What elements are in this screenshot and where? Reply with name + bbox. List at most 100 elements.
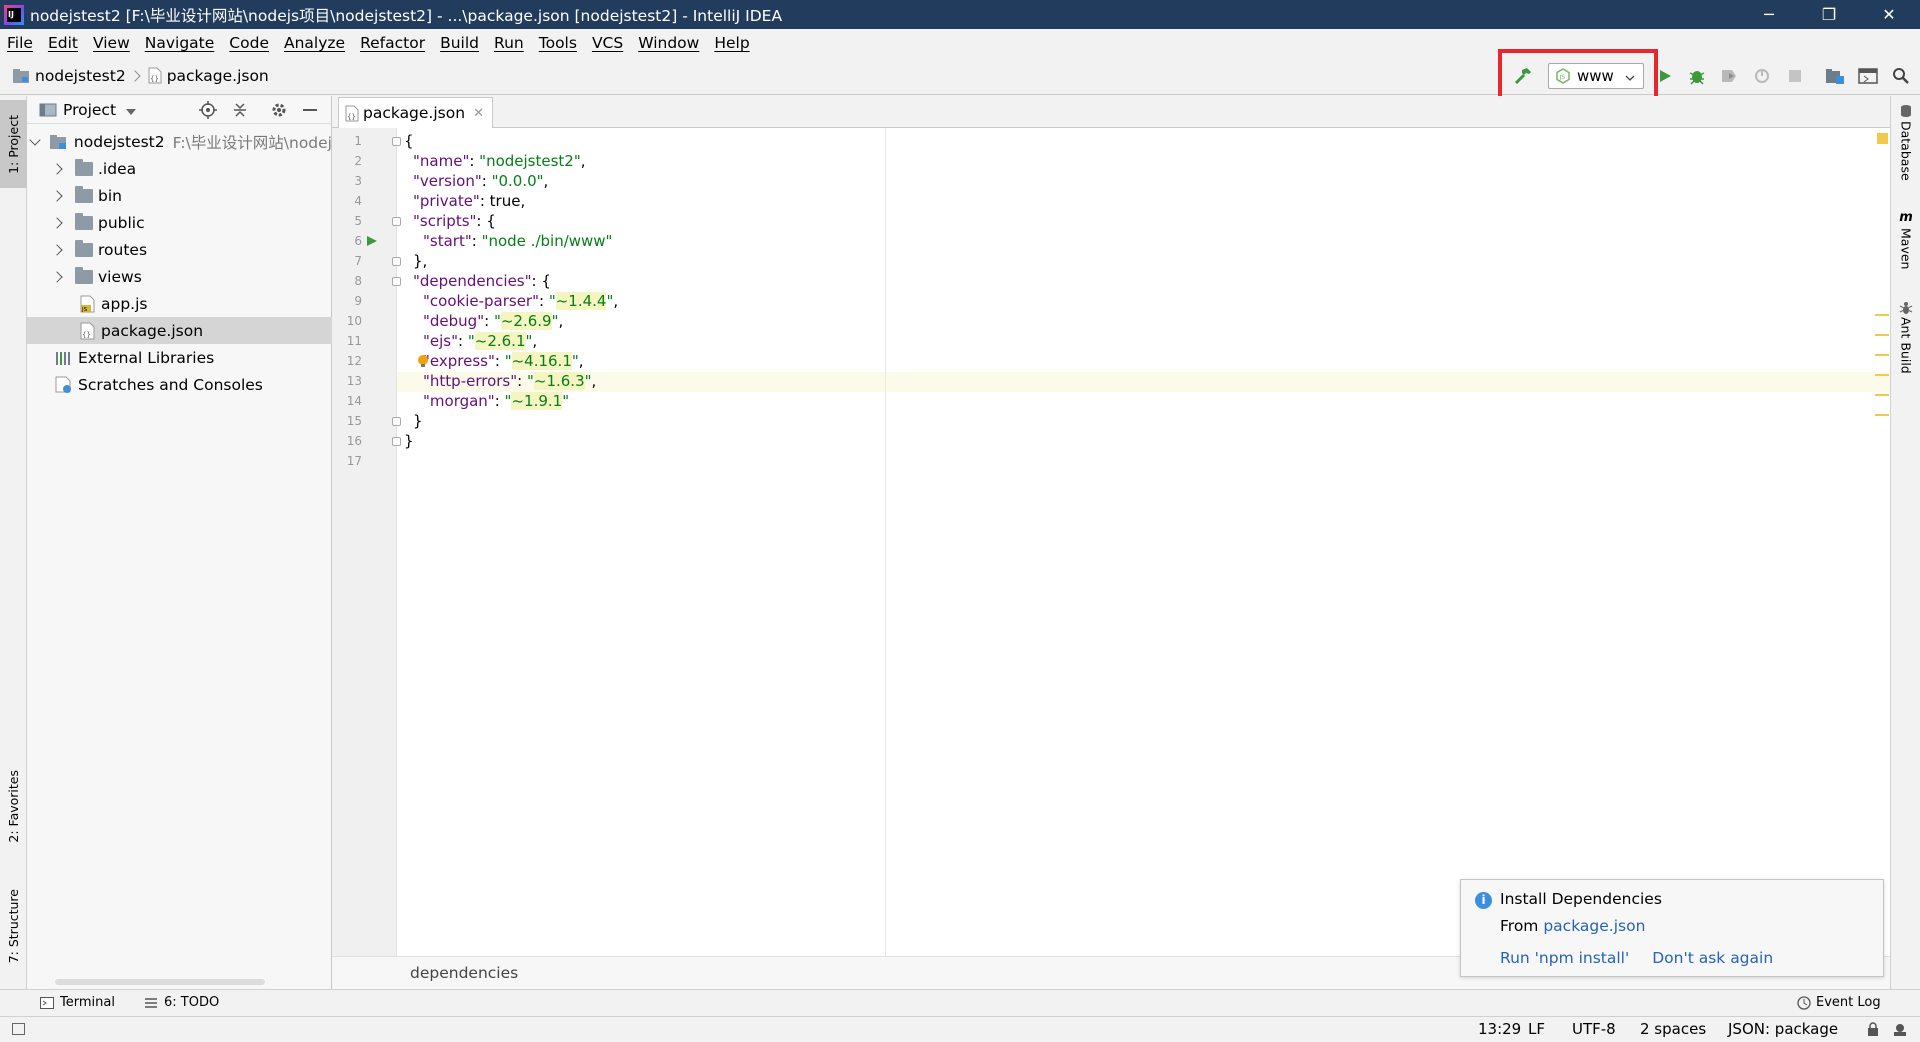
terminal-tool-button[interactable]: Terminal	[40, 995, 115, 1010]
code-editor[interactable]: 1 2 3 4 5 6 7 8 9 10 11 12 13 14 15 16 1…	[332, 128, 1890, 956]
breadcrumb-project[interactable]: nodejstest2	[12, 67, 126, 85]
tree-item-views[interactable]: views	[27, 263, 332, 290]
tab-maven-tool[interactable]: m Maven	[1891, 210, 1920, 269]
line-number: 9	[354, 294, 362, 308]
debug-icon[interactable]	[1686, 65, 1708, 87]
fold-marker-icon[interactable]	[392, 417, 401, 426]
gear-icon[interactable]	[270, 101, 288, 123]
indent-select[interactable]: 2 spaces	[1640, 1020, 1706, 1038]
horizontal-scrollbar[interactable]	[55, 979, 265, 985]
menu-build[interactable]: Build	[440, 34, 479, 52]
tab-favorites-tool[interactable]: 2: Favorites	[0, 756, 27, 856]
code-line-5: "scripts": {	[413, 212, 496, 230]
fold-marker-icon[interactable]	[392, 277, 401, 286]
todo-tool-button[interactable]: 6: TODO	[144, 995, 219, 1010]
menu-help[interactable]: Help	[714, 34, 749, 52]
tree-root-path: F:\毕业设计网站\nodej	[172, 133, 332, 152]
maven-icon: m	[1899, 210, 1913, 225]
menu-vcs[interactable]: VCS	[592, 34, 623, 52]
restore-button[interactable]: ❐	[1800, 0, 1858, 29]
minimize-button[interactable]: ─	[1740, 0, 1798, 29]
menu-run[interactable]: Run	[494, 34, 524, 52]
project-view-dropdown-icon[interactable]	[126, 101, 137, 119]
tree-item-routes[interactable]: routes	[27, 236, 332, 263]
encoding-select[interactable]: UTF-8	[1572, 1020, 1616, 1038]
svg-text:JS: JS	[81, 307, 88, 313]
menu-navigate[interactable]: Navigate	[145, 34, 215, 52]
tree-item-bin[interactable]: bin	[27, 182, 332, 209]
inspector-icon[interactable]	[1892, 1022, 1908, 1036]
stop-icon[interactable]	[1784, 65, 1806, 87]
tab-ant-build-label: Ant Build	[1898, 317, 1914, 374]
tree-root-nodejstest2[interactable]: nodejstest2 F:\毕业设计网站\nodej	[27, 128, 332, 155]
warning-stripe-mark[interactable]	[1875, 374, 1889, 376]
run-script-gutter-icon[interactable]	[366, 235, 378, 247]
close-button[interactable]: ✕	[1860, 0, 1918, 29]
tree-item-idea[interactable]: .idea	[27, 155, 332, 182]
menu-tools[interactable]: Tools	[539, 34, 577, 52]
notification-package-json-link[interactable]: package.json	[1543, 917, 1645, 935]
chevron-right-icon	[51, 216, 63, 229]
tree-item-package-json[interactable]: {} package.json	[27, 317, 332, 344]
svg-text:{}: {}	[347, 113, 356, 121]
json-schema-select[interactable]: JSON: package	[1728, 1020, 1838, 1038]
line-number: 7	[354, 254, 362, 268]
tree-root-label: nodejstest2	[73, 132, 165, 151]
warning-stripe-mark[interactable]	[1875, 414, 1889, 416]
tab-structure-label: 7: Structure	[6, 888, 21, 964]
line-separator-select[interactable]: LF	[1528, 1020, 1545, 1038]
tab-project-label: 1: Project	[6, 114, 21, 174]
todo-label: 6: TODO	[164, 995, 220, 1010]
menu-file[interactable]: File	[7, 34, 33, 52]
breadcrumb-file[interactable]: {} package.json	[148, 67, 269, 85]
project-view-select[interactable]: Project	[63, 101, 116, 119]
tab-ant-build-tool[interactable]: Ant Build	[1891, 300, 1920, 374]
fold-marker-icon[interactable]	[392, 257, 401, 266]
event-log-button[interactable]: Event Log	[1797, 995, 1881, 1010]
svg-text:{}: {}	[150, 75, 159, 83]
tab-structure-tool[interactable]: 7: Structure	[0, 876, 27, 976]
menu-window[interactable]: Window	[638, 34, 699, 52]
close-tab-icon[interactable]: ✕	[473, 106, 484, 121]
tree-item-label: External Libraries	[78, 348, 215, 367]
intention-bulb-icon[interactable]	[416, 354, 430, 368]
tree-item-external-libraries[interactable]: External Libraries	[27, 344, 332, 371]
lock-icon[interactable]	[1866, 1022, 1880, 1036]
toggle-tool-windows-icon[interactable]	[12, 1023, 25, 1035]
warning-stripe-mark[interactable]	[1875, 334, 1889, 336]
menu-view[interactable]: View	[93, 34, 130, 52]
editor-breadcrumb-item[interactable]: dependencies	[410, 964, 518, 982]
tree-item-app-js[interactable]: JS app.js	[27, 290, 332, 317]
fold-marker-icon[interactable]	[392, 137, 401, 146]
event-log-icon	[1797, 995, 1811, 1010]
inspection-status-icon[interactable]	[1877, 133, 1888, 144]
tab-package-json[interactable]: {} package.json ✕	[338, 97, 493, 128]
warning-stripe-mark[interactable]	[1875, 354, 1889, 356]
hide-panel-icon[interactable]	[303, 109, 317, 111]
tab-database-tool[interactable]: Database	[1891, 104, 1920, 181]
menu-code[interactable]: Code	[229, 34, 269, 52]
warning-stripe-mark[interactable]	[1875, 314, 1889, 316]
tab-project-tool[interactable]: 1: Project	[0, 100, 27, 188]
project-structure-icon[interactable]	[1824, 65, 1846, 87]
tree-item-scratches[interactable]: Scratches and Consoles	[27, 371, 332, 398]
fold-marker-icon[interactable]	[392, 217, 401, 226]
menu-edit[interactable]: Edit	[48, 34, 78, 52]
code-line-11: "ejs": "~2.6.1",	[423, 332, 538, 350]
fold-marker-icon[interactable]	[392, 437, 401, 446]
collapse-all-icon[interactable]	[231, 101, 249, 123]
code-line-14: "morgan": "~1.9.1"	[423, 392, 570, 410]
run-with-coverage-icon[interactable]	[1718, 65, 1740, 87]
tree-item-public[interactable]: public	[27, 209, 332, 236]
warning-stripe-mark[interactable]	[1875, 394, 1889, 396]
presentation-mode-icon[interactable]	[1857, 65, 1879, 87]
menu-refactor[interactable]: Refactor	[360, 34, 425, 52]
run-npm-install-link[interactable]: Run 'npm install'	[1500, 949, 1629, 967]
caret-position[interactable]: 13:29	[1478, 1020, 1521, 1038]
locate-file-icon[interactable]	[199, 101, 217, 123]
notification-actions: Run 'npm install' Don't ask again	[1500, 949, 1773, 967]
dont-ask-again-link[interactable]: Don't ask again	[1652, 949, 1773, 967]
search-icon[interactable]	[1890, 65, 1912, 87]
menu-analyze[interactable]: Analyze	[284, 34, 345, 52]
profile-icon[interactable]	[1751, 65, 1773, 87]
